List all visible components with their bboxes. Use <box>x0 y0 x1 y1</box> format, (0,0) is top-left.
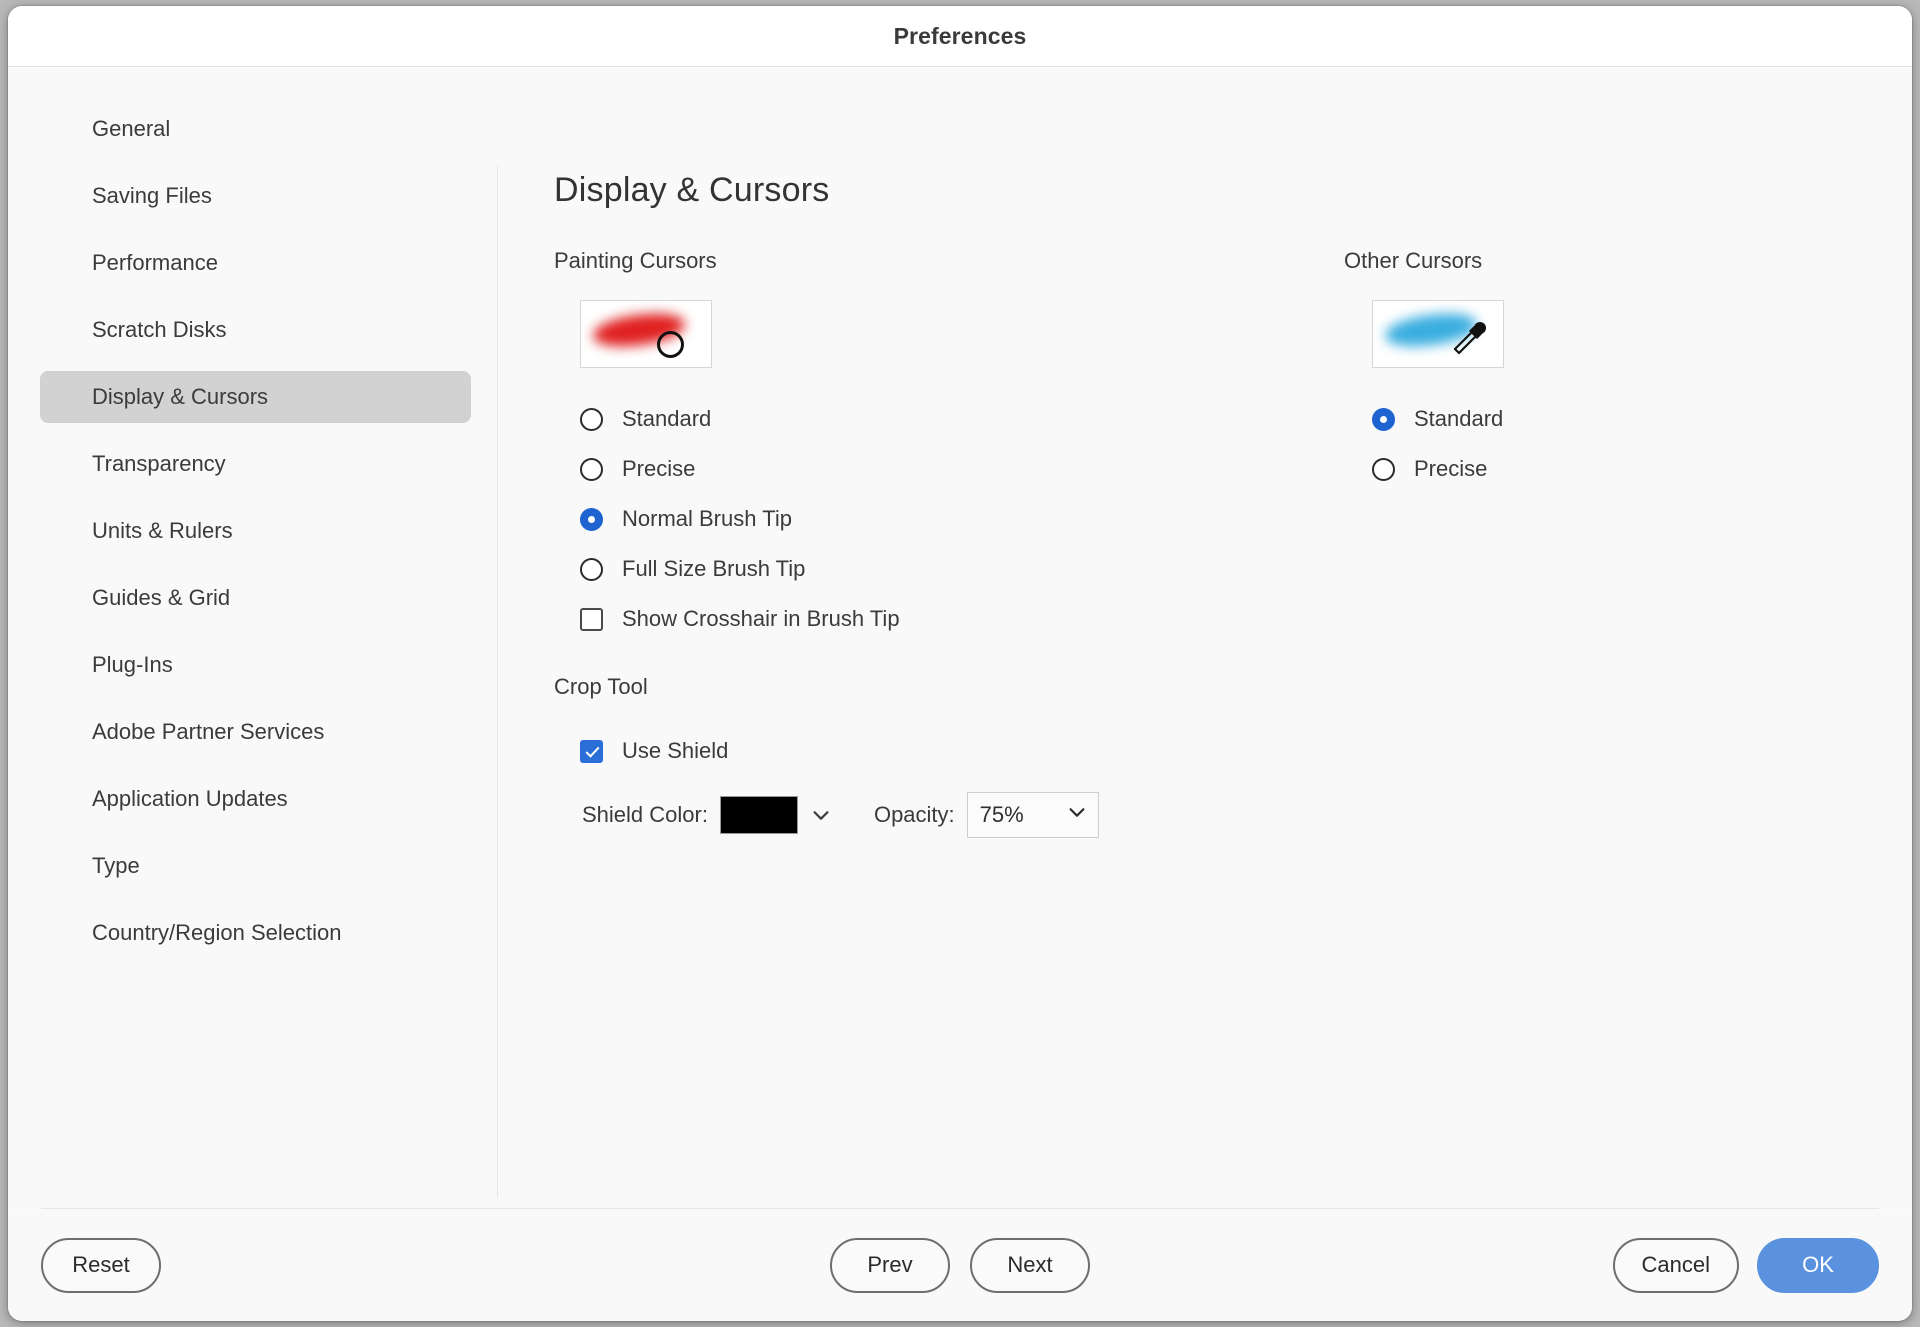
sidebar-item-guides-and-grid[interactable]: Guides & Grid <box>40 572 471 624</box>
checkbox-icon-use-shield[interactable] <box>580 739 603 763</box>
sidebar-item-saving-files[interactable]: Saving Files <box>40 170 471 222</box>
eyedropper-icon <box>1447 313 1491 357</box>
option-label: Standard <box>1414 406 1504 431</box>
radio-icon-normal-brush-tip[interactable] <box>580 507 603 531</box>
painting-cursor-option-standard[interactable]: Standard <box>580 394 1344 444</box>
footer-nav-buttons: Prev Next <box>830 1237 1090 1293</box>
cancel-button[interactable]: Cancel <box>1612 1237 1739 1293</box>
dialog-titlebar: Preferences <box>8 6 1912 67</box>
checkbox-label: Use Shield <box>622 738 729 763</box>
other-cursor-option-standard[interactable]: Standard <box>1372 394 1904 444</box>
other-cursors-column: Other Cursors Standard Precise <box>1344 248 1904 838</box>
shield-settings-row: Shield Color: Opacity: 75% <box>582 792 1344 838</box>
preferences-dialog: Preferences General Saving Files Perform… <box>8 6 1912 1321</box>
other-cursors-label: Other Cursors <box>1344 248 1483 273</box>
crop-tool-section: Crop Tool Use Shield Shield Color: Opaci <box>554 674 1344 838</box>
opacity-label: Opacity: <box>873 802 955 827</box>
radio-icon-full-size-brush-tip[interactable] <box>580 557 603 581</box>
show-crosshair-in-brush-tip-row[interactable]: Show Crosshair in Brush Tip <box>580 594 1344 644</box>
preferences-content: Display & Cursors Painting Cursors Stand… <box>498 67 1912 1208</box>
other-cursor-preview-wrap <box>1372 300 1904 368</box>
shield-color-swatch[interactable] <box>719 796 798 834</box>
radio-icon-standard[interactable] <box>580 407 603 431</box>
painting-cursor-option-normal-brush-tip[interactable]: Normal Brush Tip <box>580 494 1344 544</box>
sidebar-item-plug-ins[interactable]: Plug-Ins <box>40 639 471 691</box>
sidebar-item-adobe-partner-services[interactable]: Adobe Partner Services <box>40 706 471 758</box>
brush-tip-ring-icon <box>657 331 684 358</box>
shield-color-label: Shield Color: <box>582 802 708 827</box>
footer-action-buttons: Cancel OK <box>1612 1237 1879 1293</box>
option-label: Normal Brush Tip <box>622 506 792 531</box>
reset-button[interactable]: Reset <box>41 1237 161 1293</box>
checkbox-icon-show-crosshair[interactable] <box>580 607 603 631</box>
painting-cursors-column: Painting Cursors Standard Precise Normal… <box>554 248 1344 838</box>
page-title: Display & Cursors <box>554 171 830 209</box>
prev-button[interactable]: Prev <box>830 1237 950 1293</box>
ok-button[interactable]: OK <box>1757 1237 1879 1293</box>
dialog-body: General Saving Files Performance Scratch… <box>8 67 1912 1208</box>
painting-cursor-option-precise[interactable]: Precise <box>580 444 1344 494</box>
sidebar-item-general[interactable]: General <box>40 103 471 155</box>
next-button[interactable]: Next <box>970 1237 1090 1293</box>
option-label: Precise <box>622 456 696 481</box>
sidebar-item-units-and-rulers[interactable]: Units & Rulers <box>40 505 471 557</box>
opacity-dropdown[interactable]: 75% <box>966 792 1099 838</box>
painting-cursors-label: Painting Cursors <box>554 248 717 273</box>
settings-columns: Painting Cursors Standard Precise Normal… <box>554 248 1912 838</box>
other-cursor-option-precise[interactable]: Precise <box>1372 444 1904 494</box>
option-label: Standard <box>622 406 712 431</box>
sidebar-item-country-region-selection[interactable]: Country/Region Selection <box>40 907 471 959</box>
crop-tool-label: Crop Tool <box>554 674 648 699</box>
preferences-sidebar: General Saving Files Performance Scratch… <box>8 67 498 1208</box>
painting-cursor-preview <box>580 300 712 368</box>
sidebar-item-display-and-cursors[interactable]: Display & Cursors <box>40 371 471 423</box>
radio-icon-other-standard[interactable] <box>1372 407 1395 431</box>
painting-cursor-option-full-size-brush-tip[interactable]: Full Size Brush Tip <box>580 544 1344 594</box>
sidebar-item-performance[interactable]: Performance <box>40 237 471 289</box>
painting-cursor-preview-wrap <box>580 300 1344 368</box>
dialog-title: Preferences <box>893 22 1027 49</box>
sidebar-item-transparency[interactable]: Transparency <box>40 438 471 490</box>
other-cursor-preview <box>1372 300 1504 368</box>
dialog-footer: Reset Prev Next Cancel OK <box>8 1209 1912 1321</box>
chevron-down-icon-opacity <box>1066 801 1088 829</box>
radio-icon-other-precise[interactable] <box>1372 457 1395 481</box>
chevron-down-icon-shield-color[interactable] <box>810 804 832 826</box>
checkbox-label: Show Crosshair in Brush Tip <box>622 606 900 631</box>
radio-icon-precise[interactable] <box>580 457 603 481</box>
sidebar-item-type[interactable]: Type <box>40 840 471 892</box>
option-label: Precise <box>1414 456 1488 481</box>
sidebar-item-scratch-disks[interactable]: Scratch Disks <box>40 304 471 356</box>
option-label: Full Size Brush Tip <box>622 556 806 581</box>
sidebar-item-application-updates[interactable]: Application Updates <box>40 773 471 825</box>
opacity-value: 75% <box>979 802 1024 827</box>
use-shield-row[interactable]: Use Shield <box>580 726 1344 776</box>
